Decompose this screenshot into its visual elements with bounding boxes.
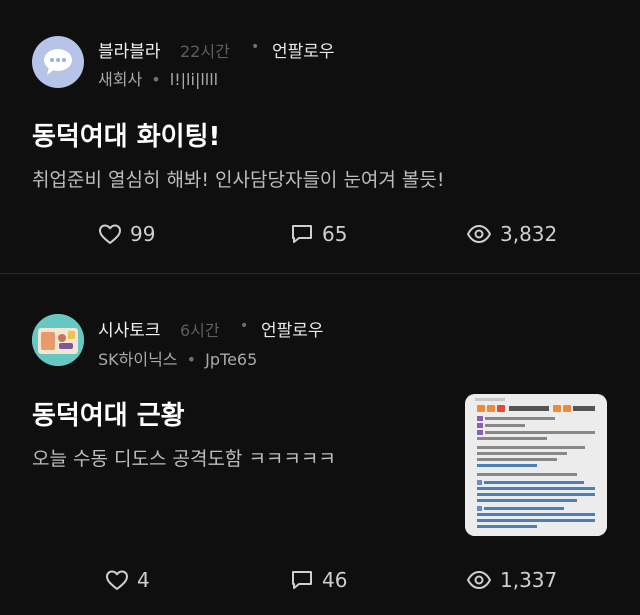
view-count: 3,832 xyxy=(500,222,558,246)
post-card[interactable]: 블라블라 22시간 • 언팔로우 새회사 • l!|li|llll 동덕여대 화… xyxy=(0,0,640,274)
comment-button[interactable]: 65 xyxy=(290,222,347,246)
post-title[interactable]: 동덕여대 화이팅! xyxy=(32,116,220,153)
view-stat: 3,832 xyxy=(466,222,557,246)
author-meta: 새회사 • l!|li|llll xyxy=(98,66,218,90)
eye-icon xyxy=(467,225,491,243)
topic-name[interactable]: 블라블라 xyxy=(98,37,161,62)
like-button[interactable]: 4 xyxy=(105,568,150,592)
like-count: 99 xyxy=(130,222,156,246)
unfollow-button[interactable]: 언팔로우 xyxy=(272,37,335,62)
separator-dot: • xyxy=(151,70,161,89)
company-name: 새회사 xyxy=(98,70,143,89)
company-name: SK하이닉스 xyxy=(98,350,178,369)
eye-icon xyxy=(467,571,491,589)
avatar[interactable] xyxy=(32,314,84,366)
screenshot-image xyxy=(465,394,607,536)
attachment-thumbnail[interactable] xyxy=(465,394,607,536)
unfollow-button[interactable]: 언팔로우 xyxy=(261,316,324,341)
like-button[interactable]: 99 xyxy=(98,222,155,246)
comment-count: 46 xyxy=(322,568,348,592)
separator-dot: • xyxy=(251,39,260,55)
author-nickname: l!|li|llll xyxy=(169,70,219,89)
post-body[interactable]: 오늘 수동 디도스 공격도함 ㅋㅋㅋㅋㅋ xyxy=(32,444,336,471)
view-count: 1,337 xyxy=(500,568,558,592)
separator-dot: • xyxy=(186,350,197,369)
post-body[interactable]: 취업준비 열심히 해봐! 인사담당자들이 눈여겨 볼듯! xyxy=(32,165,445,192)
comment-button[interactable]: 46 xyxy=(290,568,347,592)
comment-icon xyxy=(292,225,312,243)
view-stat: 1,337 xyxy=(466,568,557,592)
speech-bubble-icon xyxy=(44,49,72,75)
author-meta: SK하이닉스 • JpTe65 xyxy=(98,346,257,370)
separator-dot: • xyxy=(240,318,249,334)
heart-icon xyxy=(106,570,128,590)
comment-count: 65 xyxy=(322,222,348,246)
post-time: 22시간 xyxy=(180,42,230,61)
avatar-image xyxy=(32,314,84,366)
comment-icon xyxy=(292,571,312,589)
post-time: 6시간 xyxy=(180,321,220,340)
author-nickname: JpTe65 xyxy=(205,350,258,369)
avatar[interactable] xyxy=(32,36,84,88)
heart-icon xyxy=(99,224,121,244)
post-title[interactable]: 동덕여대 근황 xyxy=(32,395,185,432)
topic-name[interactable]: 시사토크 xyxy=(98,316,161,341)
like-count: 4 xyxy=(137,568,150,592)
